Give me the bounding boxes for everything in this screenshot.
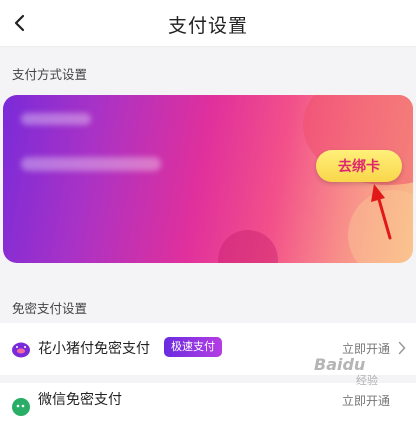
pig-pay-icon [12, 342, 30, 358]
page-title: 支付设置 [167, 15, 248, 37]
fast-pay-badge: 极速支付 [164, 337, 222, 357]
header-bar: 支付设置 [0, 0, 416, 47]
card-decoration [218, 230, 278, 263]
row-action-text: 立即开通 [341, 394, 390, 408]
password-free-section-label: 免密支付设置 [12, 301, 88, 316]
wechat-icon [12, 398, 30, 416]
blurred-card-info [21, 157, 161, 171]
watermark: Baidu 经验 [300, 352, 412, 392]
arrow-annotation-icon [371, 184, 392, 240]
bind-card-button[interactable]: 去绑卡 [316, 150, 402, 182]
payment-methods-section-label: 支付方式设置 [12, 67, 88, 82]
row-title: 微信免密支付 [38, 392, 122, 408]
row-title: 花小猪付免密支付 [38, 341, 150, 357]
watermark-sub: 经验 [356, 374, 378, 387]
blurred-card-info [21, 113, 91, 125]
